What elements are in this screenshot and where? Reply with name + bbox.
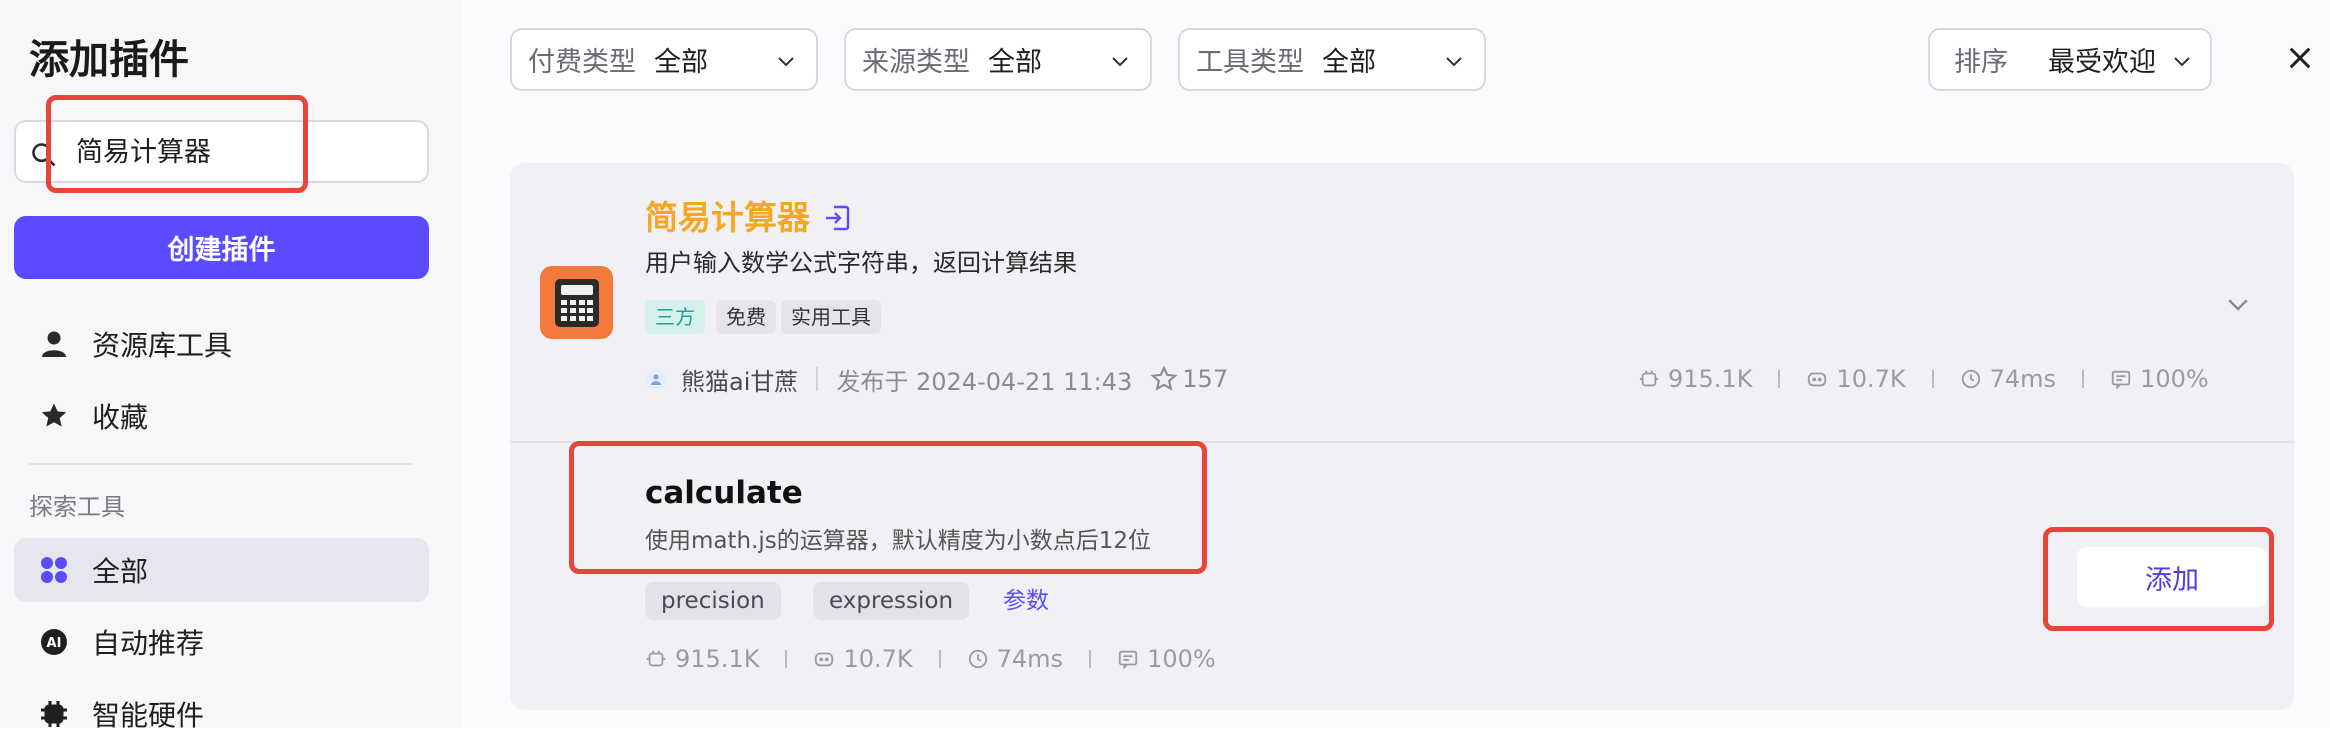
filter-pay-type[interactable]: 付费类型 全部	[510, 28, 818, 91]
open-link-icon[interactable]	[822, 203, 852, 233]
stat-value: 915.1K	[1668, 365, 1753, 393]
sidebar-item-smart-hardware[interactable]: 智能硬件	[14, 682, 429, 746]
plugin-meta: 熊猫ai甘蔗 发布于 2024-04-21 11:43 157	[645, 362, 1228, 396]
svg-text:AI: AI	[47, 636, 62, 651]
sidebar-item-label: 智能硬件	[92, 699, 205, 732]
plugin-name[interactable]: 简易计算器	[645, 196, 810, 240]
filter-value: 全部	[654, 47, 708, 78]
clock-icon	[1961, 369, 1980, 389]
tag-third-party: 三方	[645, 300, 705, 334]
chip-icon	[36, 696, 72, 732]
tag-utility: 实用工具	[781, 300, 881, 334]
stat-value: 100%	[2140, 365, 2209, 393]
chevron-down-icon	[1446, 57, 1462, 67]
add-tool-button[interactable]: 添加	[2077, 547, 2267, 607]
tag-free: 免费	[716, 300, 776, 334]
user-icon	[36, 326, 72, 362]
tool-stats: 915.1K 10.7K 74ms 100%	[645, 642, 1216, 676]
stat-value: 100%	[1147, 645, 1216, 673]
sidebar-item-auto-recommend[interactable]: AI 自动推荐	[14, 610, 429, 674]
divider	[2082, 370, 2085, 388]
sort-label: 排序	[1954, 47, 2008, 78]
stat-value: 74ms	[996, 645, 1064, 673]
divider	[1778, 370, 1781, 388]
stat-success: 100%	[2110, 365, 2209, 393]
stat-latency: 74ms	[1960, 365, 2056, 393]
chevron-down-icon	[2174, 57, 2190, 67]
star-icon	[36, 398, 72, 434]
sidebar-item-resource-tools[interactable]: 资源库工具	[14, 312, 429, 376]
chevron-down-icon	[778, 57, 794, 67]
section-label-explore: 探索工具	[29, 493, 125, 521]
stat-bots: 10.7K	[1806, 365, 1906, 393]
chevron-down-icon	[1112, 57, 1128, 67]
stat-value: 74ms	[1989, 365, 2057, 393]
filter-label: 来源类型	[862, 47, 970, 78]
author-name[interactable]: 熊猫ai甘蔗	[681, 362, 798, 397]
sidebar-item-label: 资源库工具	[92, 329, 233, 362]
star-outline-icon[interactable]	[1150, 365, 1178, 393]
calculator-icon	[540, 266, 613, 339]
param-tag-precision: precision	[645, 582, 781, 620]
chevron-down-icon[interactable]	[2223, 289, 2253, 319]
ai-icon: AI	[36, 624, 72, 660]
filter-value: 全部	[988, 47, 1042, 78]
sidebar-item-label: 全部	[92, 555, 149, 588]
success-rate-icon	[1118, 650, 1138, 670]
divider	[1089, 650, 1092, 668]
sidebar: 添加插件 简易计算器 创建插件 资源库工具 收藏 探索工具 全部 AI 自动推荐	[0, 0, 461, 732]
search-icon	[32, 143, 56, 167]
sidebar-item-label: 收藏	[92, 401, 149, 434]
grid-icon	[36, 552, 72, 588]
filter-source-type[interactable]: 来源类型 全部	[844, 28, 1152, 91]
stat-value: 10.7K	[843, 645, 913, 673]
page-title: 添加插件	[29, 37, 189, 83]
create-plugin-button[interactable]: 创建插件	[14, 216, 429, 279]
stat-calls: 915.1K	[1638, 365, 1752, 393]
avatar	[645, 368, 667, 390]
sidebar-item-label: 自动推荐	[92, 627, 205, 660]
sidebar-item-favorites[interactable]: 收藏	[14, 384, 429, 448]
plugin-description: 用户输入数学公式字符串，返回计算结果	[645, 249, 1077, 277]
divider	[816, 367, 819, 391]
sidebar-divider	[29, 463, 412, 465]
tool-description: 使用math.js的运算器，默认精度为小数点后12位	[645, 528, 1152, 554]
params-link[interactable]: 参数	[1003, 582, 1049, 620]
stat-latency: 74ms	[967, 645, 1063, 673]
publish-date: 发布于 2024-04-21 11:43	[836, 367, 1133, 396]
plugin-stats: 915.1K 10.7K 74ms 100%	[1638, 362, 2209, 396]
calls-icon	[1639, 370, 1659, 387]
bot-icon	[1808, 372, 1827, 387]
filter-label: 付费类型	[528, 47, 636, 78]
tool-name: calculate	[645, 475, 803, 511]
star-count: 157	[1182, 365, 1229, 393]
divider	[938, 650, 941, 668]
sort-value: 最受欢迎	[2048, 47, 2156, 78]
stat-calls: 915.1K	[645, 645, 759, 673]
divider	[785, 650, 788, 668]
close-icon[interactable]	[2284, 42, 2316, 74]
calls-icon	[646, 650, 666, 667]
filter-label: 工具类型	[1196, 47, 1304, 78]
search-value: 简易计算器	[76, 137, 211, 168]
stat-value: 10.7K	[1836, 365, 1906, 393]
sort-select[interactable]: 排序 最受欢迎	[1928, 28, 2212, 91]
success-rate-icon	[2111, 370, 2131, 390]
sidebar-item-all[interactable]: 全部	[14, 538, 429, 602]
divider	[1931, 370, 1934, 388]
filter-tool-type[interactable]: 工具类型 全部	[1178, 28, 1486, 91]
stat-bots: 10.7K	[813, 645, 913, 673]
stat-success: 100%	[1117, 645, 1216, 673]
filter-value: 全部	[1322, 47, 1376, 78]
bot-icon	[815, 652, 834, 667]
stat-value: 915.1K	[675, 645, 760, 673]
search-input[interactable]: 简易计算器	[14, 120, 429, 183]
divider	[510, 441, 2294, 443]
param-tag-expression: expression	[813, 582, 970, 620]
clock-icon	[968, 649, 987, 669]
